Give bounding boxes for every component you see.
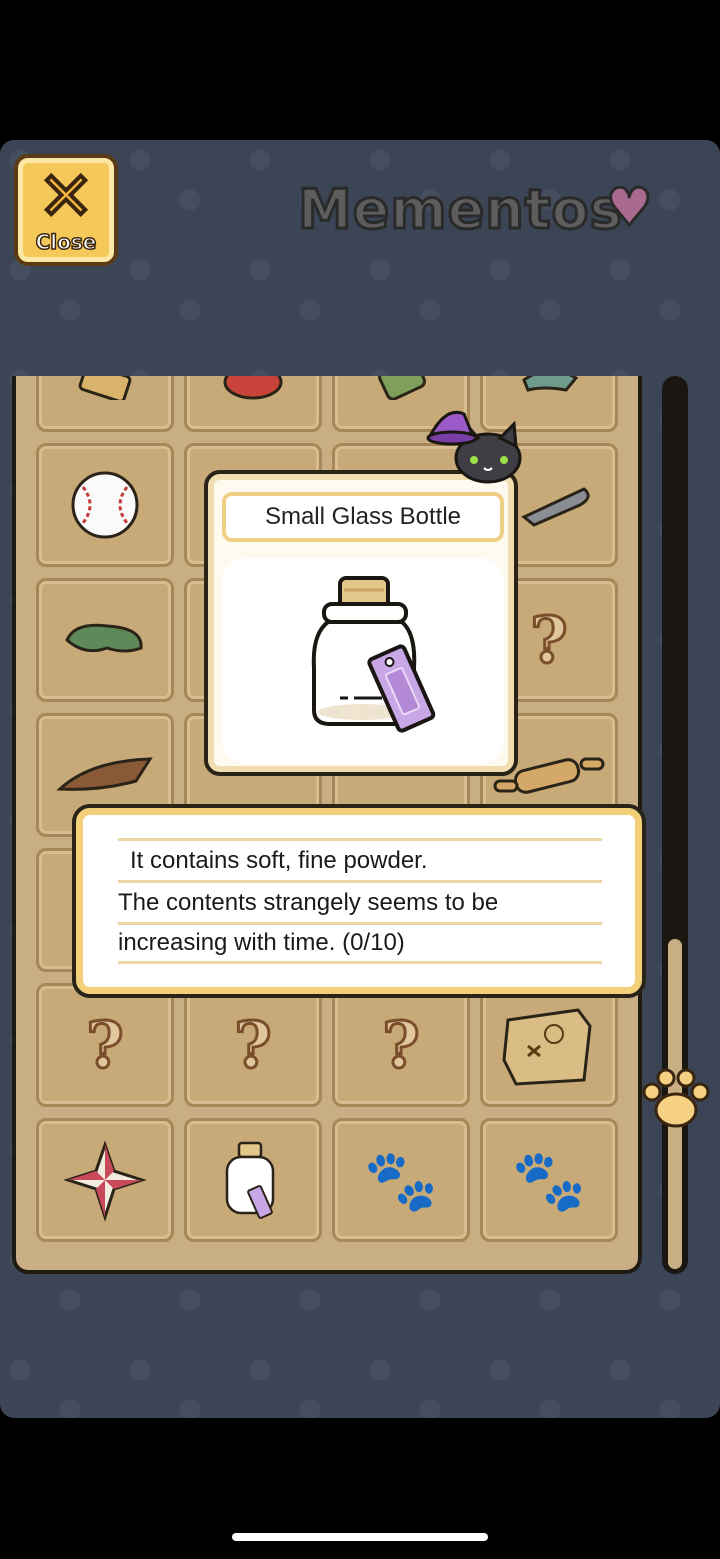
mementos-screen: ✕ Close Mementos ♥ ? ? ? ? 🐾 🐾 Small Gla… (0, 140, 720, 1418)
jade-icon (522, 376, 579, 392)
unknown-icon: ? (529, 601, 569, 679)
item-name: Small Glass Bottle (222, 492, 504, 542)
small-glass-bottle-icon (311, 576, 436, 733)
heart-icon: ♥ (605, 177, 655, 240)
carving-icon (78, 376, 132, 400)
description-line: increasing with time. (0/10) (118, 922, 602, 964)
item-description-box: It contains soft, fine powder. The conte… (72, 804, 646, 998)
page-title: Mementos (297, 177, 624, 243)
paw-icon (642, 1068, 710, 1128)
memento-slot[interactable] (36, 376, 174, 432)
memento-slot[interactable]: ? (36, 983, 174, 1107)
bottle-icon (378, 376, 426, 400)
memento-slot[interactable] (36, 1118, 174, 1242)
shuriken-icon (63, 1140, 147, 1222)
memento-slot[interactable] (36, 443, 174, 567)
wood-chip-icon (56, 757, 153, 791)
baseball-icon (71, 471, 139, 539)
description-line: The contents strangely seems to be (118, 880, 602, 922)
home-indicator[interactable] (232, 1533, 488, 1541)
scrollbar-track[interactable] (662, 376, 688, 1274)
memento-slot[interactable] (480, 983, 618, 1107)
item-image (222, 558, 504, 764)
close-icon: ✕ (36, 158, 95, 235)
unknown-icon: ? (85, 1006, 125, 1084)
memento-slot[interactable] (36, 578, 174, 702)
unknown-icon: ? (381, 1006, 421, 1084)
paw-icon: 🐾 (511, 1145, 587, 1216)
close-label: Close (35, 229, 97, 255)
memento-slot[interactable]: 🐾 (480, 1118, 618, 1242)
treasure-map-icon (502, 1008, 592, 1086)
green-stone-icon (65, 623, 143, 653)
description-line: It contains soft, fine powder. (118, 838, 602, 880)
daruma-icon (223, 376, 283, 400)
unknown-icon: ? (233, 1006, 273, 1084)
paw-scroll-handle[interactable] (634, 1060, 718, 1136)
paw-icon: 🐾 (363, 1145, 439, 1216)
memento-slot[interactable] (184, 376, 322, 432)
memento-slot-selected[interactable] (184, 1118, 322, 1242)
small-glass-bottle-icon (225, 1141, 275, 1219)
cat-icon (426, 410, 522, 484)
close-button[interactable]: ✕ Close (14, 154, 118, 266)
item-detail-card: Small Glass Bottle (204, 470, 518, 776)
memento-slot[interactable]: ? (184, 983, 322, 1107)
memento-slot[interactable]: ? (332, 983, 470, 1107)
memento-slot[interactable]: 🐾 (332, 1118, 470, 1242)
